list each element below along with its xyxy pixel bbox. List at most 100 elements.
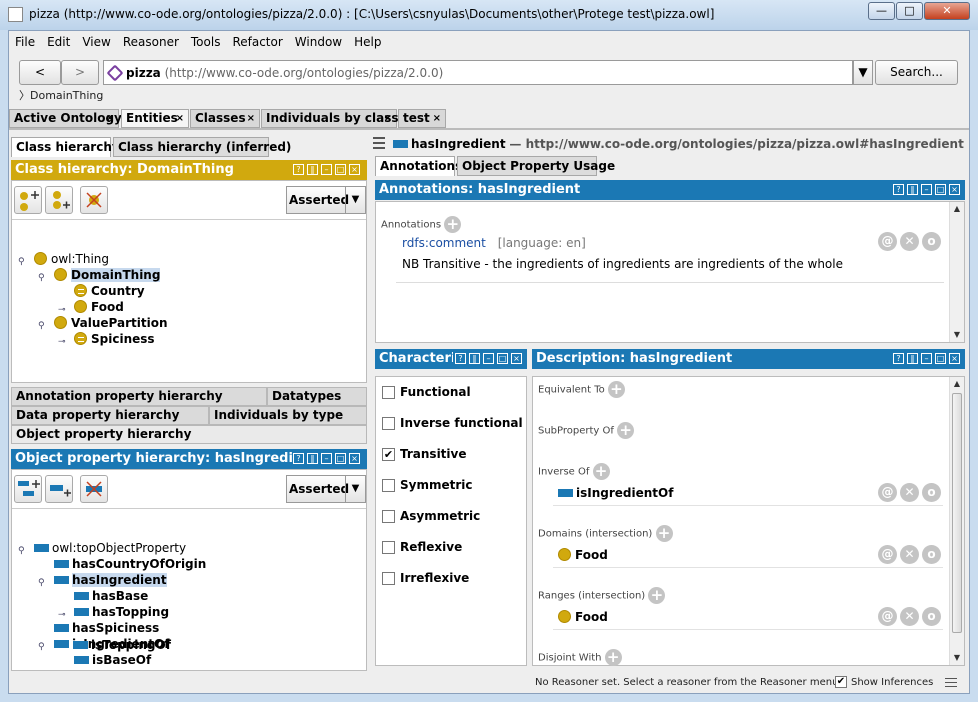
add-sibling-class-button[interactable] <box>45 186 73 214</box>
minimize-view-icon[interactable]: – <box>483 353 494 364</box>
menu-refactor[interactable]: Refactor <box>226 31 288 53</box>
tree-node-country[interactable]: Country <box>74 283 145 299</box>
tree-toggle-icon[interactable]: ⊸ <box>58 337 66 347</box>
split-icon[interactable]: ‖ <box>469 353 480 364</box>
close-view-icon[interactable]: × <box>511 353 522 364</box>
subtab-class-hierarchy[interactable]: Class hierarchy <box>11 137 120 157</box>
tree-node-istoppingof[interactable]: isToppingOf <box>73 637 171 653</box>
help-icon[interactable]: ? <box>893 184 904 195</box>
menu-help[interactable]: Help <box>348 31 387 53</box>
ontology-address-bar[interactable]: pizza (http://www.co-ode.org/ontologies/… <box>103 60 853 85</box>
delete-class-button[interactable] <box>80 186 108 214</box>
add-equivalent-icon[interactable]: + <box>607 381 625 398</box>
back-button[interactable]: < <box>19 60 61 85</box>
property-hierarchy-mode-select[interactable]: Asserted ▼ <box>286 475 366 503</box>
split-icon[interactable]: ‖ <box>307 164 318 175</box>
functional-checkbox[interactable] <box>382 386 395 399</box>
close-view-icon[interactable]: × <box>949 184 960 195</box>
annotate-icon[interactable]: @ <box>878 232 897 251</box>
annotate-icon[interactable]: @ <box>878 545 897 564</box>
delete-icon[interactable]: ✕ <box>900 483 919 502</box>
forward-button[interactable]: > <box>61 60 99 85</box>
inverse-functional-checkbox[interactable] <box>382 417 395 430</box>
domain-value[interactable]: Food <box>558 547 608 563</box>
search-button[interactable]: Search... <box>875 60 958 85</box>
tree-node-spiciness[interactable]: Spiciness <box>74 331 155 347</box>
close-tab-icon[interactable]: × <box>176 110 184 127</box>
help-icon[interactable]: ? <box>293 164 304 175</box>
tab-individuals-by-class[interactable]: Individuals by class × <box>261 109 399 128</box>
edit-icon[interactable]: o <box>922 607 941 626</box>
tree-node-valuepartition[interactable]: ValuePartition <box>54 315 168 331</box>
split-icon[interactable]: ‖ <box>907 353 918 364</box>
add-domain-icon[interactable]: + <box>655 525 673 542</box>
breadcrumb[interactable]: 〉DomainThing <box>19 87 103 103</box>
add-subclass-button[interactable] <box>14 186 42 214</box>
tree-node-hasbase[interactable]: hasBase <box>74 588 148 604</box>
tree-toggle-icon[interactable]: ⚲ <box>38 273 45 283</box>
annotations-scrollbar[interactable]: ▲ ▼ <box>949 202 964 342</box>
delete-property-button[interactable] <box>80 475 108 503</box>
tree-node-hastopping[interactable]: hasTopping <box>74 604 169 620</box>
delete-icon[interactable]: ✕ <box>900 232 919 251</box>
add-disjoint-icon[interactable]: + <box>604 649 622 666</box>
edit-icon[interactable]: o <box>922 545 941 564</box>
tab-test[interactable]: test × <box>398 109 446 128</box>
annotate-icon[interactable]: @ <box>878 607 897 626</box>
tab-data-property-hierarchy[interactable]: Data property hierarchy <box>11 406 209 425</box>
tree-node-owl-thing[interactable]: owl:Thing <box>34 251 109 267</box>
maximize-view-icon[interactable]: □ <box>335 164 346 175</box>
close-view-icon[interactable]: × <box>349 453 360 464</box>
irreflexive-checkbox[interactable] <box>382 572 395 585</box>
edit-icon[interactable]: o <box>922 483 941 502</box>
menu-reasoner[interactable]: Reasoner <box>117 31 185 53</box>
tree-node-owl-topobjectproperty[interactable]: owl:topObjectProperty <box>34 540 186 556</box>
subtab-object-property-usage[interactable]: Object Property Usage <box>457 156 615 176</box>
class-hierarchy-mode-select[interactable]: Asserted ▼ <box>286 186 366 214</box>
help-icon[interactable]: ? <box>455 353 466 364</box>
menu-edit[interactable]: Edit <box>41 31 76 53</box>
close-tab-icon[interactable]: × <box>384 110 392 127</box>
tree-node-food[interactable]: Food <box>74 299 124 315</box>
breadcrumb-item[interactable]: DomainThing <box>30 89 103 102</box>
minimize-view-icon[interactable]: – <box>321 164 332 175</box>
help-icon[interactable]: ? <box>893 353 904 364</box>
menu-file[interactable]: File <box>9 31 41 53</box>
maximize-view-icon[interactable]: □ <box>497 353 508 364</box>
add-inverse-icon[interactable]: + <box>592 463 610 480</box>
add-subproperty-button[interactable] <box>14 475 42 503</box>
minimize-view-icon[interactable]: – <box>921 184 932 195</box>
close-tab-icon[interactable]: × <box>247 110 255 127</box>
tree-toggle-icon[interactable]: ⚲ <box>18 546 25 556</box>
description-scrollbar[interactable]: ▲ ▼ <box>949 377 964 665</box>
tree-toggle-icon[interactable]: ⚲ <box>38 642 45 652</box>
log-icon[interactable] <box>945 678 957 687</box>
close-view-icon[interactable]: × <box>349 164 360 175</box>
range-value[interactable]: Food <box>558 609 608 625</box>
tree-toggle-icon[interactable]: ⚲ <box>38 321 45 331</box>
maximize-button[interactable]: □ <box>896 2 923 20</box>
maximize-view-icon[interactable]: □ <box>935 184 946 195</box>
maximize-view-icon[interactable]: □ <box>335 453 346 464</box>
annotate-icon[interactable]: @ <box>878 483 897 502</box>
subtab-annotations[interactable]: Annotations <box>375 156 462 176</box>
asymmetric-checkbox[interactable] <box>382 510 395 523</box>
tree-toggle-icon[interactable]: ⚲ <box>38 578 45 588</box>
tree-node-hascountryoforigin[interactable]: hasCountryOfOrigin <box>54 556 206 572</box>
tab-datatypes[interactable]: Datatypes <box>267 387 367 406</box>
transitive-checkbox[interactable]: ✔ <box>382 448 395 461</box>
tree-toggle-icon[interactable]: ⊸ <box>58 305 66 315</box>
split-icon[interactable]: ‖ <box>307 453 318 464</box>
add-annotation-icon[interactable]: + <box>444 216 462 233</box>
menu-tools[interactable]: Tools <box>185 31 227 53</box>
tab-active-ontology[interactable]: Active Ontology × <box>9 109 122 128</box>
tab-object-property-hierarchy[interactable]: Object property hierarchy <box>11 425 367 444</box>
symmetric-checkbox[interactable] <box>382 479 395 492</box>
maximize-view-icon[interactable]: □ <box>935 353 946 364</box>
show-inferences-checkbox[interactable]: ✔ <box>835 676 847 688</box>
reflexive-checkbox[interactable] <box>382 541 395 554</box>
tree-toggle-icon[interactable]: ⊸ <box>58 610 66 620</box>
delete-icon[interactable]: ✕ <box>900 545 919 564</box>
tree-toggle-icon[interactable]: ⚲ <box>18 257 25 267</box>
entity-menu-icon[interactable] <box>373 137 385 149</box>
